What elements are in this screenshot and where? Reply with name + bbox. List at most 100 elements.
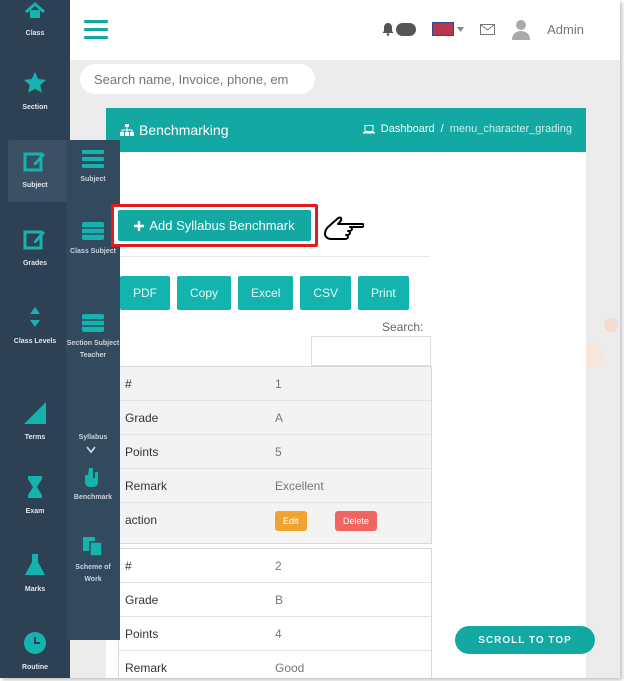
flask-icon [25,554,45,575]
field-label: Grade [125,411,159,425]
subnav-item-section-subject-teacher[interactable]: Section Subject Teacher [66,312,120,362]
field-label: Points [125,445,159,459]
field-action: action Edit Delete [119,503,431,543]
sidebar-item-routine[interactable]: Routine [0,630,70,674]
field-points: Points 4 [119,617,431,651]
delete-button[interactable]: Delete [335,511,378,531]
panel-header: Benchmarking Dashboard / menu_character_… [106,108,586,152]
sidebar-item-marks[interactable]: Marks [0,552,70,596]
subnav-item-label: Syllabus [78,434,108,441]
hourglass-icon [28,476,42,498]
export-csv-button[interactable]: CSV [300,276,352,310]
sidebar-item-label: Class Levels [13,338,57,345]
breadcrumb-dashboard[interactable]: Dashboard [381,123,435,135]
bell-icon [382,23,394,36]
field-label: Remark [125,661,168,675]
field-number: # 2 [119,549,431,583]
table-row: # 1 Grade A Points 5 Remark Excellent ac… [118,366,432,544]
subnav-item-label: Section Subject Teacher [66,340,120,359]
field-label: # [125,559,132,573]
field-label: action [125,513,158,527]
avatar-icon[interactable] [511,18,531,40]
sidebar-item-subject[interactable]: Subject [0,148,70,192]
sidebar-item-label: Routine [21,664,49,671]
export-toolbar: PDF Copy Excel CSV Print [120,276,409,310]
edit-icon [23,230,45,250]
sidebar-item-label: Exam [25,508,45,515]
field-remark: Remark Excellent [119,469,431,503]
sort-icon [30,307,40,327]
chevron-down-icon [457,26,465,32]
field-number: # 1 [119,367,431,401]
field-value: 5 [275,445,282,459]
sidebar-item-exam[interactable]: Exam [0,474,70,518]
field-label: Grade [125,593,159,607]
global-search-input[interactable] [80,64,315,94]
subnav-item-label: Scheme of Work [75,564,111,583]
field-value: 2 [275,559,282,573]
breadcrumb: Dashboard / menu_character_grading [362,123,572,135]
sidebar-item-section[interactable]: Section [0,70,70,114]
scroll-to-top-button[interactable]: SCROLL TO TOP [455,626,595,654]
subnav-item-label: Class Subject [70,248,116,255]
sitemap-icon [120,124,134,136]
stack-icon [82,222,104,240]
field-value: A [275,411,284,425]
export-pdf-button[interactable]: PDF [120,276,170,310]
main-sidebar: Class Section Subject Grades Class Level… [0,0,70,678]
sidebar-item-label: Subject [22,182,48,189]
notification-button[interactable] [382,22,417,36]
export-print-button[interactable]: Print [358,276,409,310]
field-label: Remark [125,479,168,493]
add-button-highlight: Add Syllabus Benchmark [111,204,318,247]
table-search-input[interactable] [311,336,431,366]
sidebar-item-class-levels[interactable]: Class Levels [0,304,70,348]
sidebar-item-class[interactable]: Class [0,0,70,40]
export-copy-button[interactable]: Copy [177,276,232,310]
notification-badge [396,22,417,36]
plus-icon [134,220,145,231]
subnav-item-scheme-of-work[interactable]: Scheme of Work [66,536,120,586]
field-label: # [125,377,132,391]
subnav-item-label: Benchmark [73,494,113,501]
field-points: Points 5 [119,435,431,469]
section-divider [120,256,430,257]
top-header: Admin [70,0,620,60]
table-row: # 2 Grade B Points 4 Remark Good [118,548,432,678]
decor-dot [604,318,618,332]
admin-label[interactable]: Admin [547,22,584,37]
subnav-item-label: Subject [80,176,106,183]
page-title-text: Benchmarking [139,122,229,138]
subnav-item-benchmark[interactable]: Benchmark [66,466,120,504]
star-icon [24,72,46,93]
copy-icon [83,537,103,557]
field-grade: Grade B [119,583,431,617]
pointing-hand-icon [324,216,364,240]
subnav-item-syllabus[interactable]: Syllabus [66,432,120,454]
sidebar-item-label: Class [25,30,45,37]
subnav-item-subject[interactable]: Subject [66,148,120,186]
edit-icon [23,152,45,172]
sidebar-item-grades[interactable]: Grades [0,226,70,270]
class-icon [25,1,45,18]
field-label: Points [125,627,159,641]
mail-icon[interactable] [480,23,496,35]
export-excel-button[interactable]: Excel [238,276,294,310]
sidebar-item-terms[interactable]: Terms [0,400,70,444]
signal-icon [24,402,46,424]
field-value: B [275,593,284,607]
field-value: 4 [275,627,282,641]
menu-toggle-icon[interactable] [84,20,108,40]
field-value: Good [275,661,305,675]
field-remark: Remark Good [119,651,431,678]
language-select[interactable] [432,22,465,36]
add-syllabus-benchmark-button[interactable]: Add Syllabus Benchmark [118,210,311,241]
page-title: Benchmarking [120,122,229,138]
edit-button[interactable]: Edit [275,511,307,531]
search-bar-row [70,60,620,108]
sidebar-item-label: Section [22,104,48,111]
field-value: 1 [275,377,282,391]
header-tools: Admin [382,18,584,40]
chevron-down-icon [86,446,96,454]
clock-icon [24,632,46,654]
